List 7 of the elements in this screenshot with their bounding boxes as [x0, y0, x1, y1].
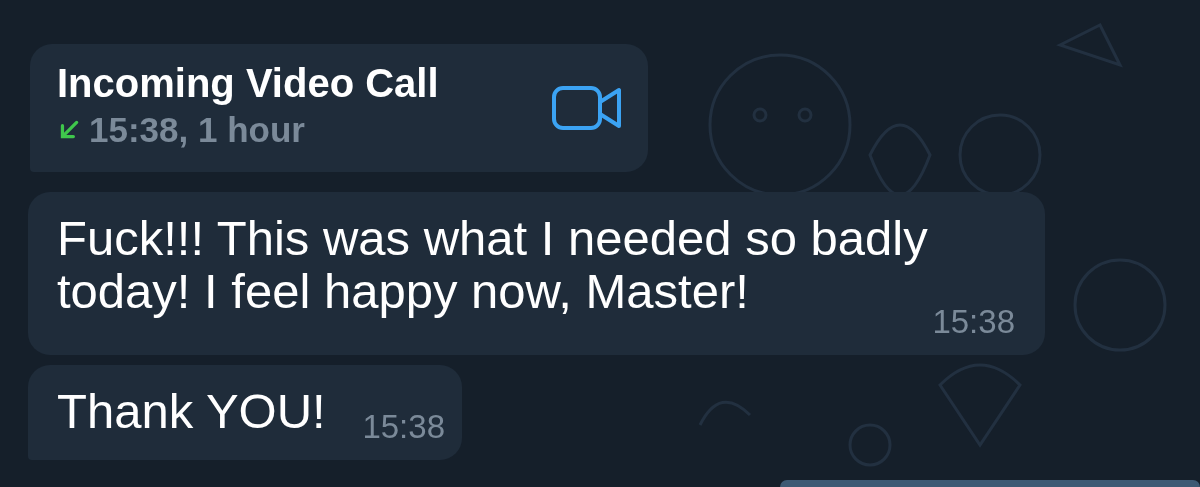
message-time: 15:38 — [932, 304, 1015, 340]
message-time: 15:38 — [362, 409, 445, 445]
message-text: Thank YOU! — [57, 385, 326, 438]
call-title: Incoming Video Call — [57, 61, 439, 105]
call-details: 15:38, 1 hour — [89, 111, 305, 149]
message-text: Fuck!!! This was what I needed so badly today! I feel happy now, Master! — [57, 212, 929, 318]
video-camera-icon[interactable] — [552, 86, 622, 130]
